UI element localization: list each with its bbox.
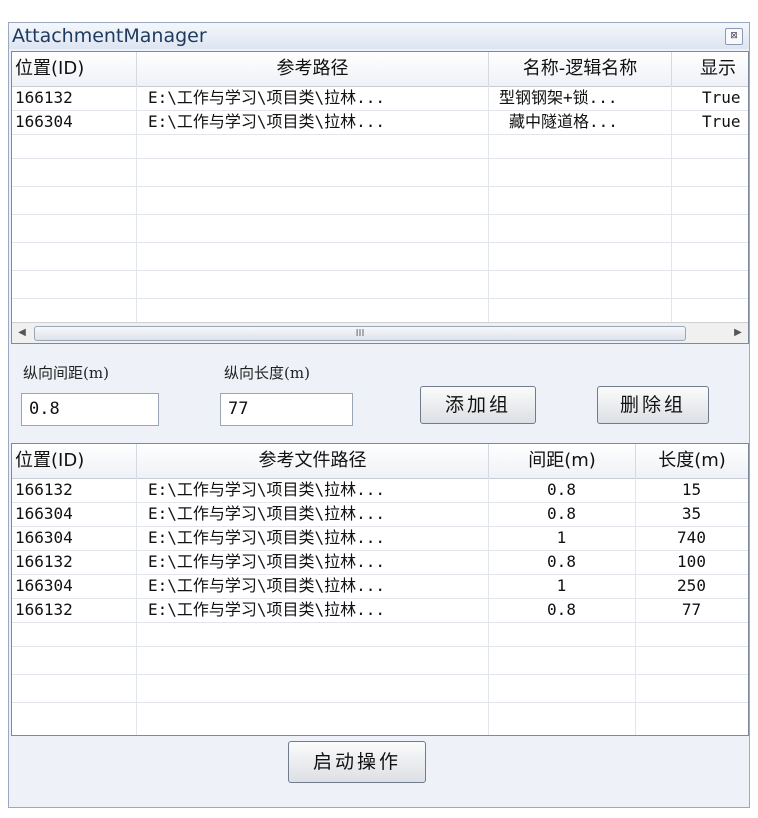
cell-spacing: 0.8 [547, 552, 576, 571]
col-header-length[interactable]: 长度(m) [635, 444, 748, 478]
table-row[interactable]: 166132 E:\工作与学习\项目类\拉林... 型钢钢架+锁... True [12, 86, 748, 111]
cell-path: E:\工作与学习\项目类\拉林... [148, 576, 386, 595]
empty-row [12, 134, 748, 159]
cell-length: 100 [677, 552, 706, 571]
empty-row [12, 650, 748, 675]
cell-spacing: 0.8 [547, 504, 576, 523]
table-row[interactable]: 166304 E:\工作与学习\项目类\拉林... 藏中隧道格... True [12, 110, 748, 135]
cell-display: True [702, 88, 741, 107]
cell-path: E:\工作与学习\项目类\拉林... [148, 528, 386, 547]
cell-id: 166132 [15, 600, 73, 619]
table-row[interactable]: 166304 E:\工作与学习\项目类\拉林... 1 740 [12, 526, 748, 551]
cell-name: 藏中隧道格... [509, 112, 618, 131]
spacing-label: 纵向间距(m) [23, 364, 109, 382]
empty-row [12, 162, 748, 187]
table-row[interactable]: 166132 E:\工作与学习\项目类\拉林... 0.8 77 [12, 598, 748, 623]
delete-group-button[interactable]: 删除组 [597, 386, 709, 424]
cell-length: 15 [681, 480, 702, 499]
col-header-id[interactable]: 位置(ID) [12, 52, 137, 86]
col-header-name[interactable]: 名称-逻辑名称 [488, 52, 671, 86]
cell-display: True [702, 112, 741, 131]
cell-id: 166304 [15, 528, 73, 547]
cell-length: 35 [681, 504, 702, 523]
horizontal-scrollbar[interactable]: ◀ III ▶ [12, 322, 748, 343]
add-group-button[interactable]: 添加组 [420, 386, 536, 424]
cell-length: 740 [677, 528, 706, 547]
col-header-spacing[interactable]: 间距(m) [488, 444, 635, 478]
cell-path: E:\工作与学习\项目类\拉林... [148, 504, 386, 523]
col-header-id[interactable]: 位置(ID) [12, 444, 137, 478]
reference-table-header: 位置(ID) 参考路径 名称-逻辑名称 显示 [12, 52, 748, 87]
cell-path: E:\工作与学习\项目类\拉林... [148, 600, 386, 619]
cell-id: 166132 [15, 480, 73, 499]
cell-path: E:\工作与学习\项目类\拉林... [148, 480, 386, 499]
close-icon[interactable]: ⊠ [725, 28, 743, 45]
cell-name: 型钢钢架+锁... [499, 88, 618, 107]
length-input[interactable]: 77 [220, 393, 353, 426]
scroll-thumb[interactable]: III [34, 326, 686, 341]
scroll-right-icon[interactable]: ▶ [728, 323, 748, 343]
cell-path: E:\工作与学习\项目类\拉林... [148, 112, 386, 131]
scroll-grip: III [355, 328, 365, 339]
table-row[interactable]: 166304 E:\工作与学习\项目类\拉林... 0.8 35 [12, 502, 748, 527]
cell-id: 166304 [15, 504, 73, 523]
scroll-left-icon[interactable]: ◀ [12, 323, 32, 343]
empty-row [12, 678, 748, 703]
cell-id: 166132 [15, 552, 73, 571]
cell-path: E:\工作与学习\项目类\拉林... [148, 552, 386, 571]
col-header-file-path[interactable]: 参考文件路径 [136, 444, 488, 478]
cell-spacing: 0.8 [547, 600, 576, 619]
col-header-display[interactable]: 显示 [671, 52, 748, 86]
cell-spacing: 1 [556, 576, 567, 595]
title-bar: AttachmentManager ⊠ [9, 23, 749, 49]
window-title: AttachmentManager [12, 25, 207, 47]
table-row[interactable]: 166132 E:\工作与学习\项目类\拉林... 0.8 15 [12, 478, 748, 503]
empty-row [12, 706, 748, 730]
cell-id: 166304 [15, 576, 73, 595]
table-row[interactable]: 166304 E:\工作与学习\项目类\拉林... 1 250 [12, 574, 748, 599]
empty-row [12, 622, 748, 647]
group-table: 位置(ID) 参考文件路径 间距(m) 长度(m) 166132 E:\工作与学… [11, 443, 749, 736]
empty-row [12, 218, 748, 243]
cell-spacing: 0.8 [547, 480, 576, 499]
cell-id: 166132 [15, 88, 73, 107]
empty-row [12, 190, 748, 215]
reference-table: 位置(ID) 参考路径 名称-逻辑名称 显示 166132 E:\工作与学习\项… [11, 51, 749, 344]
cell-length: 250 [677, 576, 706, 595]
group-table-header: 位置(ID) 参考文件路径 间距(m) 长度(m) [12, 444, 748, 479]
cell-id: 166304 [15, 112, 73, 131]
length-label: 纵向长度(m) [224, 364, 310, 382]
attachment-manager-window: AttachmentManager ⊠ 位置(ID) 参考路径 名称-逻辑名称 … [8, 22, 750, 808]
col-header-path[interactable]: 参考路径 [136, 52, 488, 86]
cell-spacing: 1 [556, 528, 567, 547]
cell-length: 77 [681, 600, 702, 619]
empty-row [12, 246, 748, 271]
table-row[interactable]: 166132 E:\工作与学习\项目类\拉林... 0.8 100 [12, 550, 748, 575]
cell-path: E:\工作与学习\项目类\拉林... [148, 88, 386, 107]
spacing-input[interactable]: 0.8 [21, 393, 159, 426]
start-operation-button[interactable]: 启动操作 [288, 741, 426, 783]
empty-row [12, 274, 748, 299]
